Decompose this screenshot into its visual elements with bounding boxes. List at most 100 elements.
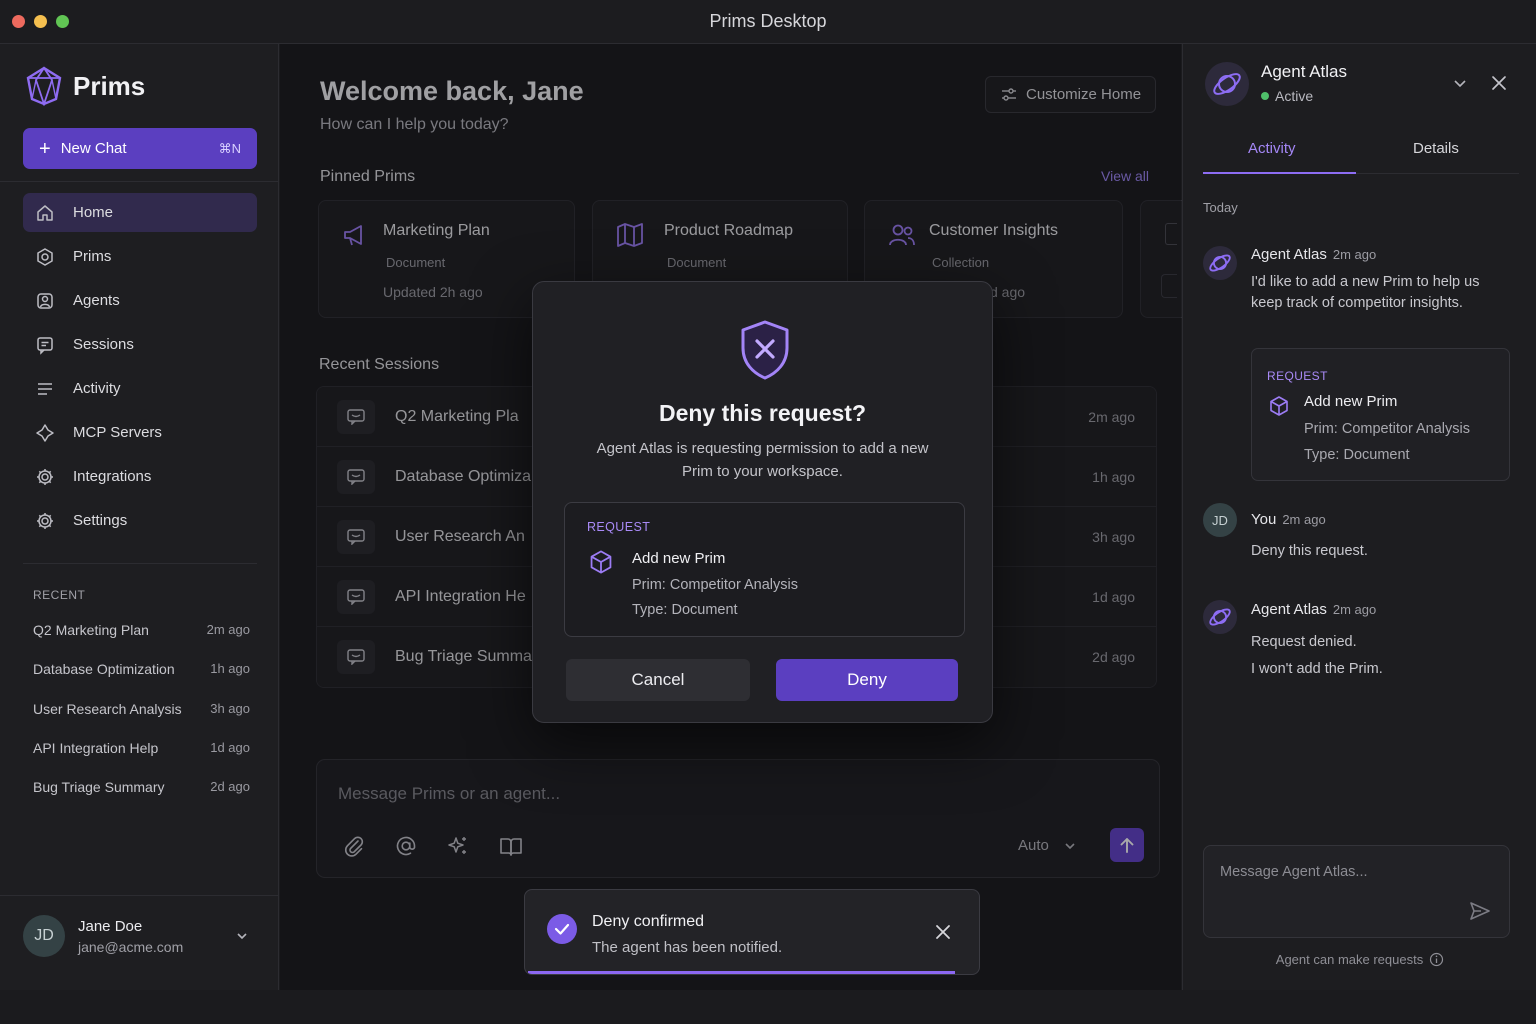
orbit-icon xyxy=(1209,254,1231,272)
agent-permission-text: Agent can make requests xyxy=(1275,952,1424,967)
active-tab-indicator xyxy=(1203,172,1356,174)
dialog-description: Agent Atlas is requesting permission to … xyxy=(596,440,929,480)
new-chat-label: New Chat xyxy=(60,140,127,157)
request-type-line: Type: Document xyxy=(632,602,738,618)
message-time: 2m ago xyxy=(1282,512,1326,527)
orbit-icon xyxy=(1213,73,1241,95)
sidebar-item-home[interactable]: Home xyxy=(23,193,257,232)
request-prim-line: Prim: Competitor Analysis xyxy=(632,577,798,593)
user-name: Jane Doe xyxy=(78,917,143,935)
mcp-icon xyxy=(36,423,54,442)
message-header: Agent Atlas 2m ago xyxy=(1251,601,1376,618)
title-bar: Prims Desktop xyxy=(0,0,1536,44)
app-logo-text: Prims xyxy=(73,70,146,101)
sidebar-item-settings[interactable]: Settings xyxy=(23,501,257,540)
agent-panel: Agent Atlas Active Activity Details Toda… xyxy=(1182,44,1536,990)
sidebar-divider xyxy=(0,181,279,182)
message-author: Agent Atlas xyxy=(1251,601,1327,618)
recent-item-title: Bug Triage Summary xyxy=(33,779,165,796)
toast-message: The agent has been notified. xyxy=(592,939,783,956)
sidebar-item-label: Integrations xyxy=(73,468,152,485)
recent-heading: RECENT xyxy=(33,588,86,602)
message-body: Request denied. xyxy=(1251,634,1357,650)
agent-message-input[interactable]: Message Agent Atlas... xyxy=(1203,845,1510,938)
message-body: I won't add the Prim. xyxy=(1251,661,1383,677)
chevron-down-icon[interactable] xyxy=(235,929,249,943)
request-action: Add new Prim xyxy=(1304,393,1398,410)
deny-request-dialog: Deny this request? Agent Atlas is reques… xyxy=(532,281,993,723)
gear-icon xyxy=(37,468,53,485)
agent-permission-note: Agent can make requests xyxy=(1183,952,1536,967)
toast-notification: Deny confirmed The agent has been notifi… xyxy=(524,889,980,975)
recent-item[interactable]: Database Optimization 1h ago xyxy=(33,661,250,700)
recent-list: Q2 Marketing Plan 2m ago Database Optimiz… xyxy=(33,622,250,818)
new-chat-shortcut: ⌘N xyxy=(218,140,241,156)
toast-title: Deny confirmed xyxy=(592,913,705,930)
tab-details[interactable]: Details xyxy=(1413,140,1459,157)
message-header: Agent Atlas 2m ago xyxy=(1251,246,1376,263)
request-type-line: Type: Document xyxy=(1304,447,1410,463)
request-label: REQUEST xyxy=(587,520,651,534)
recent-item[interactable]: API Integration Help 1d ago xyxy=(33,740,250,779)
recent-item[interactable]: User Research Analysis 3h ago xyxy=(33,701,250,740)
message-author: You xyxy=(1251,511,1277,528)
sidebar-item-label: Prims xyxy=(73,248,112,265)
dialog-title: Deny this request? xyxy=(658,400,867,426)
message-body: Deny this request. xyxy=(1251,543,1368,559)
chevron-down-icon[interactable] xyxy=(1452,75,1468,91)
sidebar-item-prims[interactable]: Prims xyxy=(23,237,257,276)
recent-item[interactable]: Q2 Marketing Plan 2m ago xyxy=(33,622,250,661)
sidebar-item-agents[interactable]: Agents xyxy=(23,281,257,320)
prims-logo-icon xyxy=(26,66,62,106)
shield-x-icon xyxy=(741,320,789,380)
toast-progress-bar xyxy=(528,971,955,974)
status-dot xyxy=(1261,92,1269,100)
sidebar-item-integrations[interactable]: Integrations xyxy=(23,457,257,496)
sidebar-item-mcp-servers[interactable]: MCP Servers xyxy=(23,413,257,452)
agent-icon xyxy=(37,292,53,309)
sidebar-item-activity[interactable]: Activity xyxy=(23,369,257,408)
agent-status-text: Active xyxy=(1275,88,1314,104)
deny-button[interactable]: Deny xyxy=(776,659,958,701)
plus-icon: + xyxy=(39,137,51,160)
agent-avatar xyxy=(1205,62,1249,106)
new-chat-button[interactable]: + New Chat ⌘N xyxy=(23,128,257,169)
chat-icon xyxy=(37,336,53,355)
send-icon[interactable] xyxy=(1469,901,1491,921)
request-label: REQUEST xyxy=(1267,369,1328,383)
home-icon xyxy=(37,204,53,221)
recent-item-time: 1d ago xyxy=(210,739,250,755)
recent-item-time: 1h ago xyxy=(210,661,250,677)
user-menu[interactable]: JD Jane Doe jane@acme.com xyxy=(23,914,257,958)
day-divider: Today xyxy=(1203,200,1238,215)
sidebar-item-label: Settings xyxy=(73,512,128,529)
agent-avatar xyxy=(1203,600,1237,634)
message-time: 2m ago xyxy=(1332,602,1377,617)
sidebar-item-label: Sessions xyxy=(73,336,134,353)
recent-item[interactable]: Bug Triage Summary 2d ago xyxy=(33,779,250,818)
sidebar-divider xyxy=(23,563,257,564)
tab-activity[interactable]: Activity xyxy=(1248,140,1296,157)
agent-avatar xyxy=(1203,246,1237,280)
close-icon[interactable] xyxy=(934,923,952,941)
sidebar-item-sessions[interactable]: Sessions xyxy=(23,325,257,364)
message-body: I'd like to add a new Prim to help us ke… xyxy=(1251,274,1480,311)
recent-item-time: 2m ago xyxy=(206,622,250,637)
request-prim-line: Prim: Competitor Analysis xyxy=(1304,421,1470,437)
agent-input-placeholder: Message Agent Atlas... xyxy=(1220,864,1368,880)
agent-status: Active xyxy=(1261,88,1313,104)
gear-icon xyxy=(37,512,53,529)
sidebar-item-label: Activity xyxy=(73,380,121,397)
sidebar-item-label: Agents xyxy=(73,292,120,309)
recent-item-time: 3h ago xyxy=(210,700,250,716)
window-title: Prims Desktop xyxy=(709,11,827,31)
info-icon[interactable] xyxy=(1429,952,1444,967)
close-icon[interactable] xyxy=(1490,74,1508,92)
dialog-request-card: REQUEST Add new Prim Prim: Competitor An… xyxy=(564,502,965,637)
app-logo[interactable]: Prims xyxy=(25,66,145,106)
recent-item-title: Database Optimization xyxy=(33,661,175,678)
cancel-button[interactable]: Cancel xyxy=(566,659,750,701)
cube-icon xyxy=(1270,396,1288,416)
hexagon-icon xyxy=(37,247,53,266)
sidebar: Prims + New Chat ⌘N Home Prims Agents Se… xyxy=(0,44,279,990)
